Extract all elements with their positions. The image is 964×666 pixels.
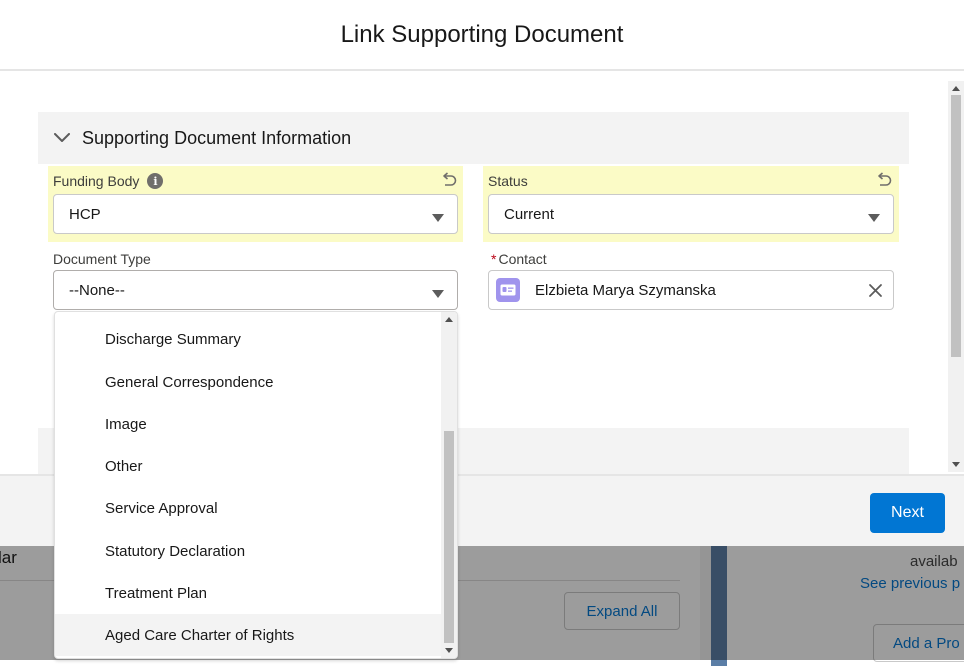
- dropdown-scrollbar[interactable]: [441, 312, 457, 658]
- undo-icon[interactable]: [875, 172, 893, 190]
- funding-body-field: Funding Body i HCP: [48, 166, 463, 242]
- status-field: Status Current: [483, 166, 899, 242]
- dropdown-option[interactable]: Treatment Plan: [55, 572, 441, 614]
- funding-body-value: HCP: [69, 205, 101, 223]
- document-type-value: --None--: [69, 281, 125, 299]
- chevron-down-icon[interactable]: [52, 128, 72, 148]
- funding-body-label: Funding Body i: [53, 173, 164, 189]
- modal-scrollbar[interactable]: [948, 81, 964, 472]
- info-icon[interactable]: i: [147, 173, 164, 189]
- document-type-label: Document Type: [53, 251, 151, 267]
- dropdown-option-hovered[interactable]: Aged Care Charter of Rights: [55, 614, 441, 656]
- contact-lookup[interactable]: Elzbieta Marya Szymanska: [488, 270, 894, 310]
- caret-down-icon: [431, 286, 445, 298]
- section-header-supporting-document[interactable]: Supporting Document Information: [38, 112, 909, 164]
- document-type-select[interactable]: --None--: [53, 270, 458, 310]
- close-icon[interactable]: [868, 283, 883, 298]
- contact-value: Elzbieta Marya Szymanska: [535, 281, 716, 299]
- contact-label-text: Contact: [498, 251, 547, 267]
- caret-down-icon: [431, 210, 445, 222]
- scroll-up-arrow[interactable]: [445, 317, 453, 322]
- dropdown-scrollbar-thumb[interactable]: [444, 431, 454, 643]
- modal-scrollbar-thumb[interactable]: [951, 95, 961, 357]
- next-button[interactable]: Next: [870, 493, 945, 533]
- scroll-down-arrow[interactable]: [445, 648, 453, 653]
- dropdown-option[interactable]: Image: [55, 403, 441, 445]
- scroll-down-arrow[interactable]: [952, 462, 960, 467]
- scroll-up-arrow[interactable]: [952, 86, 960, 91]
- dropdown-option[interactable]: Discharge Summary: [55, 318, 441, 360]
- contact-label: * Contact: [491, 251, 547, 267]
- status-value: Current: [504, 205, 555, 223]
- dropdown-option[interactable]: General Correspondence: [55, 361, 441, 403]
- undo-icon[interactable]: [440, 172, 458, 190]
- funding-body-label-text: Funding Body: [53, 173, 140, 189]
- required-marker: *: [491, 251, 497, 267]
- contact-card-icon: [496, 278, 520, 302]
- dropdown-option[interactable]: Statutory Declaration: [55, 530, 441, 572]
- modal-title: Link Supporting Document: [340, 20, 624, 48]
- status-select[interactable]: Current: [488, 194, 894, 234]
- modal-header: Link Supporting Document: [0, 0, 964, 71]
- document-type-dropdown: Discharge Summary General Correspondence…: [54, 311, 458, 659]
- funding-body-select[interactable]: HCP: [53, 194, 458, 234]
- dropdown-option[interactable]: Service Approval: [55, 487, 441, 529]
- caret-down-icon: [867, 210, 881, 222]
- status-label: Status: [488, 173, 528, 189]
- section-title: Supporting Document Information: [82, 127, 352, 148]
- dropdown-option[interactable]: Other: [55, 445, 441, 487]
